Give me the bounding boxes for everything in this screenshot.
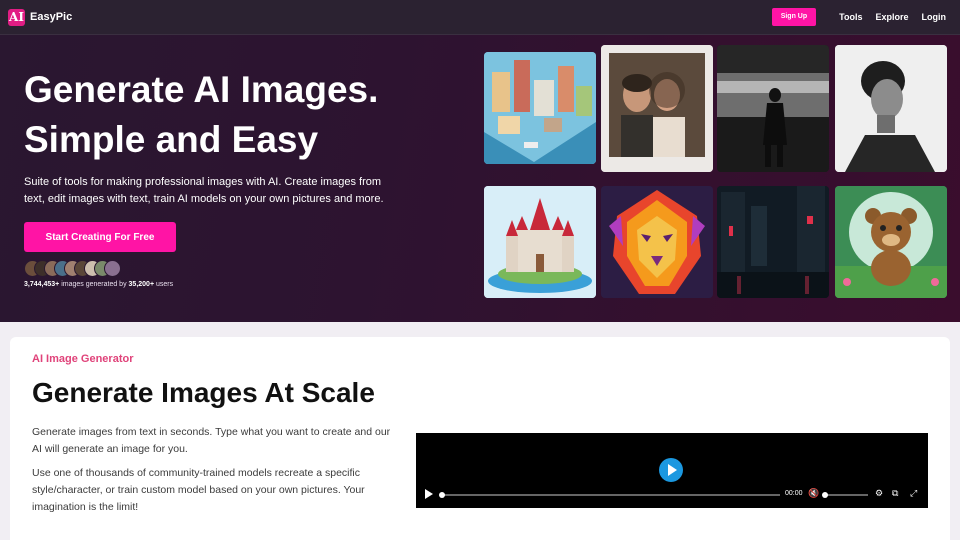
gallery-image-couple-polaroid[interactable] [601, 45, 713, 172]
gallery-image-rainy-neon-street[interactable] [717, 186, 829, 298]
logo-icon[interactable]: AI [8, 8, 25, 26]
fullscreen-icon[interactable]: ⤢ [910, 488, 917, 499]
gallery-image-castle-island[interactable] [484, 186, 596, 298]
brand-name[interactable]: EasyPic [30, 11, 72, 23]
avatar [104, 260, 121, 277]
popout-icon[interactable]: ⧉ [892, 488, 898, 499]
nav-link-explore[interactable]: Explore [875, 12, 908, 22]
play-button-large[interactable] [659, 458, 683, 482]
section-paragraph-2: Use one of thousands of community-traine… [32, 467, 365, 513]
gallery-image-lion-colorful[interactable] [601, 186, 713, 298]
usage-stats: 3,744,453+ images generated by 35,200+ u… [24, 281, 174, 288]
top-nav: AI EasyPic Sign Up Tools Explore Login [0, 0, 960, 35]
volume-bar[interactable] [824, 494, 868, 496]
section-eyebrow: AI Image Generator [32, 353, 134, 365]
generator-section: AI Image Generator Generate Images At Sc… [10, 337, 950, 540]
gallery-image-isometric-city[interactable] [484, 52, 596, 164]
nav-right: Sign Up Tools Explore Login [771, 8, 952, 26]
settings-icon[interactable]: ⚙ [875, 488, 883, 499]
hero-description: Suite of tools for making professional i… [24, 176, 384, 205]
gallery-image-teddy-bear-forest[interactable] [835, 186, 947, 298]
section-paragraph-1: Generate images from text in seconds. Ty… [32, 426, 391, 455]
progress-bar[interactable] [442, 494, 780, 496]
hero-section: Generate AI Images. Simple and Easy Suit… [0, 35, 960, 322]
section-title: Generate Images At Scale [32, 377, 375, 408]
hero-title: Generate AI Images. Simple and Easy [24, 69, 379, 160]
gallery-image-woman-walking-train[interactable] [717, 45, 829, 172]
volume-handle[interactable] [822, 492, 828, 498]
nav-link-login[interactable]: Login [922, 12, 947, 22]
progress-handle[interactable] [439, 492, 445, 498]
video-player[interactable]: 00:00 🔇 ⚙ ⧉ ⤢ [416, 433, 928, 508]
nav-link-tools[interactable]: Tools [839, 12, 862, 22]
start-creating-button[interactable]: Start Creating For Free [24, 222, 176, 252]
mute-icon[interactable]: 🔇 [808, 488, 819, 499]
time-display: 00:00 [785, 490, 803, 497]
sign-up-button[interactable]: Sign Up [771, 8, 817, 26]
play-icon[interactable] [425, 489, 433, 499]
user-avatars [24, 260, 121, 277]
gallery-image-man-profile-bw[interactable] [835, 45, 947, 172]
